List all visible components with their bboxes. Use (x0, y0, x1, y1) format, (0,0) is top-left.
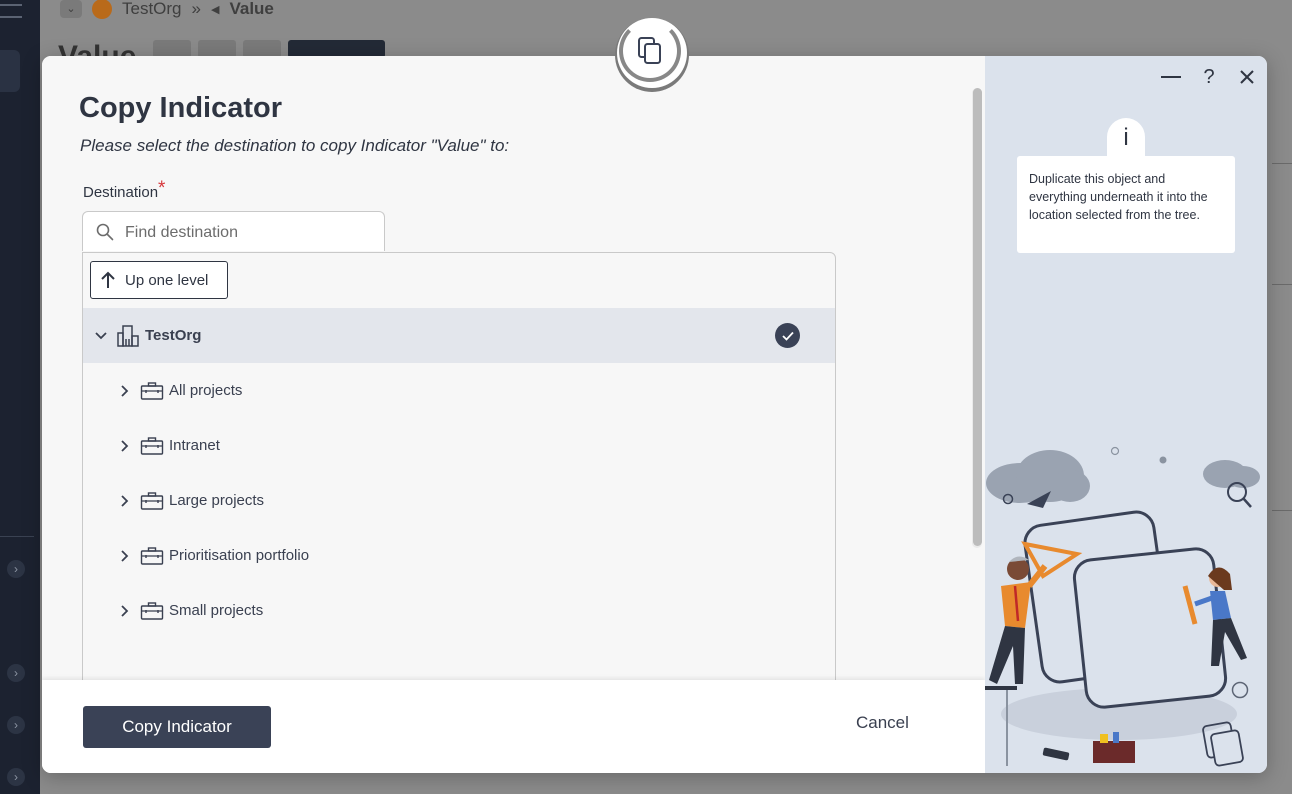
menu-icon[interactable] (0, 4, 22, 18)
divider (1272, 510, 1292, 511)
search-icon (96, 223, 114, 246)
caret-left-icon: ◀ (211, 3, 220, 16)
search-input[interactable] (123, 220, 377, 246)
scrollbar-thumb[interactable] (973, 88, 982, 546)
chevron-right-icon[interactable] (115, 494, 135, 507)
check-icon (775, 323, 800, 348)
tree-node[interactable]: All projects (83, 363, 835, 418)
destination-search (82, 211, 385, 251)
sidebar-expand-chevron-icon[interactable]: › (7, 664, 25, 682)
dialog-subtitle: Please select the destination to copy In… (80, 136, 510, 155)
destination-label: Destination* (83, 178, 166, 203)
dialog-title: Copy Indicator (79, 92, 283, 124)
cancel-button[interactable]: Cancel (850, 712, 915, 734)
tree-node-label: Prioritisation portfolio (169, 547, 310, 564)
briefcase-icon (135, 491, 169, 511)
tree-node-label: TestOrg (145, 327, 202, 344)
breadcrumb-current: Value (229, 0, 274, 18)
chevron-right-icon[interactable] (115, 604, 135, 617)
tree-node[interactable]: Small projects (83, 583, 835, 638)
minimize-icon[interactable] (1158, 64, 1184, 90)
arrow-up-icon (91, 271, 125, 289)
chevron-down-icon[interactable] (91, 331, 111, 341)
copy-indicator-dialog: Copy Indicator Please select the destina… (42, 56, 1267, 773)
tree-node-label: Small projects (169, 602, 264, 619)
app-sidebar: › › › › (0, 0, 40, 794)
up-one-level-label: Up one level (125, 271, 209, 289)
briefcase-icon (135, 601, 169, 621)
divider (1272, 163, 1292, 164)
help-icon[interactable]: ? (1196, 64, 1222, 90)
info-icon: i (1107, 118, 1145, 158)
tree-node-label: Intranet (169, 437, 220, 454)
sidebar-active-item[interactable] (0, 50, 20, 92)
destination-label-text: Destination (83, 184, 159, 201)
sidebar-expand-chevron-icon[interactable]: › (7, 716, 25, 734)
chevron-down-icon[interactable]: ⌄ (60, 0, 82, 18)
briefcase-icon (135, 436, 169, 456)
required-marker: * (158, 178, 166, 199)
org-logo-icon (92, 0, 112, 19)
briefcase-icon (135, 381, 169, 401)
tree-node-label: All projects (169, 382, 243, 399)
tree-node[interactable]: Intranet (83, 418, 835, 473)
divider (1272, 284, 1292, 285)
info-text: Duplicate this object and everything und… (1017, 156, 1235, 253)
briefcase-icon (135, 546, 169, 566)
sidebar-expand-chevron-icon[interactable]: › (7, 768, 25, 786)
chevron-right-icon[interactable] (115, 384, 135, 397)
close-icon[interactable] (1234, 64, 1260, 90)
copy-icon (619, 20, 681, 82)
destination-tree: Up one level TestOrg All projects Intran… (82, 252, 836, 712)
dialog-footer: Copy Indicator Cancel (42, 680, 985, 773)
chevron-right-icon[interactable] (115, 439, 135, 452)
chevron-right-icon[interactable] (115, 549, 135, 562)
sidebar-expand-chevron-icon[interactable]: › (7, 560, 25, 578)
building-icon (111, 324, 145, 348)
up-one-level-button[interactable]: Up one level (90, 261, 228, 299)
copy-illustration (985, 446, 1260, 767)
tree-node-label: Large projects (169, 492, 265, 509)
breadcrumb-separator-icon: » (191, 0, 201, 18)
breadcrumb-org[interactable]: TestOrg (122, 0, 182, 19)
help-side-panel: ? i Duplicate this object and everything… (985, 56, 1267, 773)
tree-node-root[interactable]: TestOrg (83, 308, 835, 363)
dialog-main: Copy Indicator Please select the destina… (42, 56, 985, 773)
tree-node[interactable]: Prioritisation portfolio (83, 528, 835, 583)
tree-node[interactable]: Large projects (83, 473, 835, 528)
copy-indicator-button[interactable]: Copy Indicator (83, 706, 271, 748)
breadcrumb: ⌄ TestOrg » ◀ Value (60, 0, 274, 19)
sidebar-divider (0, 536, 34, 537)
